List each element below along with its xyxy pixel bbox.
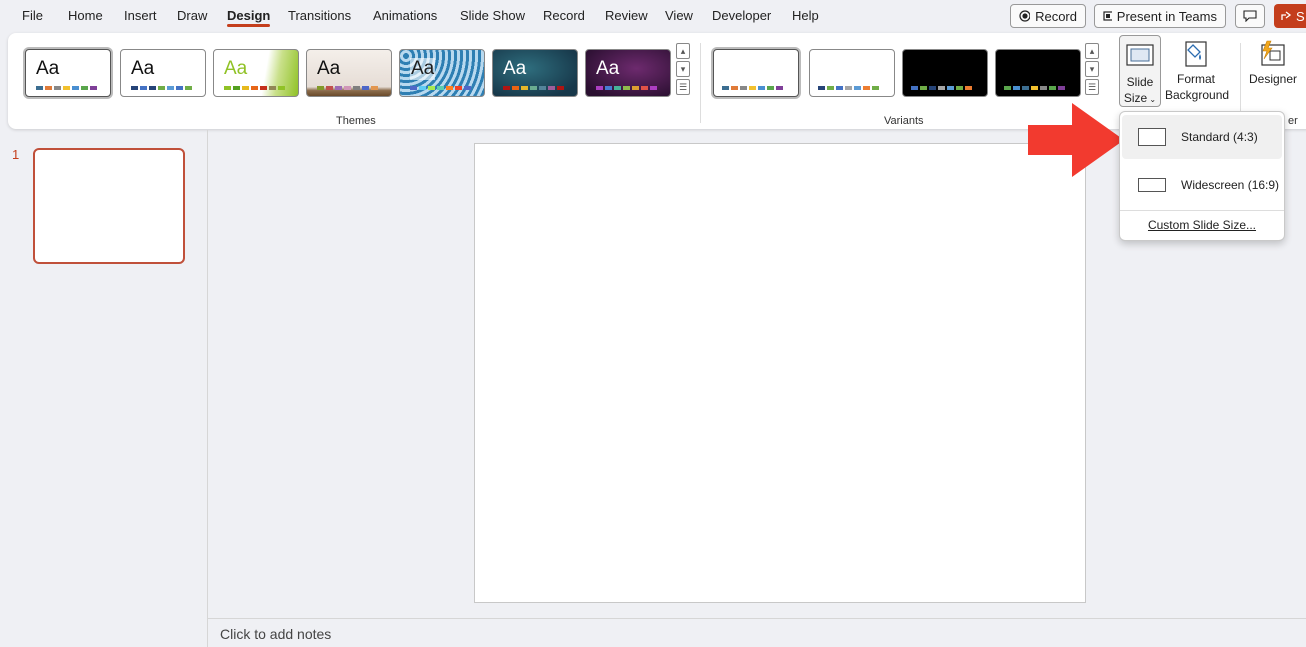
tab-review[interactable]: Review (605, 8, 648, 23)
tab-view[interactable]: View (665, 8, 693, 23)
variants-group-label: Variants (884, 115, 924, 127)
chevron-down-icon: ⌄ (1147, 95, 1157, 104)
slide-size-dropdown: Standard (4:3) Widescreen (16:9) Custom … (1119, 111, 1285, 241)
notes-placeholder: Click to add notes (220, 626, 332, 642)
notes-pane[interactable]: Click to add notes (208, 618, 1306, 647)
slide-number: 1 (12, 147, 20, 162)
theme-color-swatches (317, 86, 378, 90)
menu-bar: File Home Insert Draw Design Transitions… (0, 0, 1306, 32)
variant-color-swatches (722, 86, 783, 90)
theme-sample-text: Aa (131, 58, 155, 79)
present-label: Present in Teams (1116, 8, 1217, 24)
theme-color-swatches (131, 86, 192, 90)
variant-thumbnail[interactable] (995, 49, 1081, 97)
slide-size-label-1: Slide (1126, 75, 1154, 89)
variants-more-icon[interactable]: ☰ (1085, 79, 1099, 95)
tab-animations[interactable]: Animations (373, 8, 437, 23)
widescreen-option[interactable]: Widescreen (16:9) (1122, 163, 1282, 207)
variants-up-icon[interactable]: ▴ (1085, 43, 1099, 59)
theme-thumbnail[interactable]: Aa (306, 49, 392, 97)
gallery-down-icon[interactable]: ▾ (676, 61, 690, 77)
format-background-label-1: Format (1176, 72, 1215, 86)
dropdown-separator (1120, 210, 1284, 211)
slide-size-label-2: Size ⌄ (1123, 91, 1157, 105)
theme-sample-text: Aa (596, 58, 620, 79)
format-background-button[interactable]: Format Background (1165, 37, 1230, 103)
theme-color-swatches (224, 86, 285, 90)
themes-gallery-scroll[interactable]: ▴ ▾ ☰ (676, 43, 690, 97)
record-button[interactable]: Record (1010, 4, 1086, 28)
widescreen-option-label: Widescreen (16:9) (1181, 178, 1280, 192)
theme-sample-text: Aa (317, 58, 341, 79)
theme-thumbnail[interactable]: Aa (492, 49, 578, 97)
variant-thumbnail[interactable] (809, 49, 895, 97)
standard-aspect-icon (1138, 128, 1166, 146)
record-icon (1019, 10, 1031, 22)
theme-thumbnail[interactable]: Aa (213, 49, 299, 97)
variant-color-swatches (1004, 86, 1065, 90)
theme-thumbnail[interactable]: Aa (25, 49, 111, 97)
teams-icon (1103, 11, 1112, 21)
theme-sample-text: Aa (410, 58, 436, 80)
variant-thumbnail[interactable] (713, 49, 799, 97)
slide-size-icon (1126, 44, 1154, 66)
widescreen-aspect-icon (1138, 178, 1166, 192)
designer-group-label: er (1288, 115, 1298, 127)
tab-transitions[interactable]: Transitions (288, 8, 351, 23)
tab-home[interactable]: Home (68, 8, 103, 23)
standard-option[interactable]: Standard (4:3) (1122, 115, 1282, 159)
format-background-label-2: Background (1165, 88, 1230, 102)
comment-icon (1243, 10, 1257, 22)
ribbon-separator (700, 43, 701, 123)
variants-down-icon[interactable]: ▾ (1085, 61, 1099, 77)
designer-label: Designer (1248, 72, 1298, 86)
tab-record[interactable]: Record (543, 8, 585, 23)
variant-color-swatches (818, 86, 879, 90)
comments-button[interactable] (1235, 4, 1265, 28)
arrow-pointer-icon (1028, 103, 1124, 177)
tab-design[interactable]: Design (227, 8, 271, 27)
theme-sample-text: Aa (224, 58, 248, 79)
tab-draw[interactable]: Draw (177, 8, 207, 23)
tab-help[interactable]: Help (792, 8, 819, 23)
theme-color-swatches (410, 86, 471, 90)
variant-color-swatches (911, 86, 972, 90)
share-icon (1281, 11, 1292, 20)
theme-color-swatches (503, 86, 564, 90)
share-label: S (1296, 8, 1305, 24)
theme-thumbnail[interactable]: Aa (120, 49, 206, 97)
theme-sample-text: Aa (36, 58, 60, 79)
theme-color-swatches (36, 86, 97, 90)
designer-button[interactable]: Designer (1246, 37, 1300, 87)
gallery-more-icon[interactable]: ☰ (676, 79, 690, 95)
tab-file[interactable]: File (22, 8, 43, 23)
present-in-teams-button[interactable]: Present in Teams (1094, 4, 1226, 28)
gallery-up-icon[interactable]: ▴ (676, 43, 690, 59)
theme-thumbnail[interactable]: Aa (399, 49, 485, 97)
format-background-icon (1185, 41, 1207, 67)
tab-developer[interactable]: Developer (712, 8, 771, 23)
tab-insert[interactable]: Insert (124, 8, 157, 23)
slide-canvas[interactable] (474, 143, 1086, 603)
theme-sample-text: Aa (503, 58, 527, 79)
record-label: Record (1035, 8, 1077, 24)
slide-thumbnail[interactable] (33, 148, 185, 264)
variants-gallery-scroll[interactable]: ▴ ▾ ☰ (1085, 43, 1099, 97)
variant-thumbnail[interactable] (902, 49, 988, 97)
share-button[interactable]: S (1274, 4, 1306, 28)
standard-option-label: Standard (4:3) (1181, 130, 1258, 144)
theme-color-swatches (596, 86, 657, 90)
slide-size-button[interactable]: Slide Size ⌄ (1119, 35, 1161, 107)
themes-group-label: Themes (336, 115, 376, 127)
designer-icon (1261, 40, 1285, 66)
pane-divider[interactable] (207, 130, 208, 647)
tab-slide-show[interactable]: Slide Show (460, 8, 525, 23)
theme-thumbnail[interactable]: Aa (585, 49, 671, 97)
custom-slide-size-option[interactable]: Custom Slide Size... (1120, 218, 1284, 232)
